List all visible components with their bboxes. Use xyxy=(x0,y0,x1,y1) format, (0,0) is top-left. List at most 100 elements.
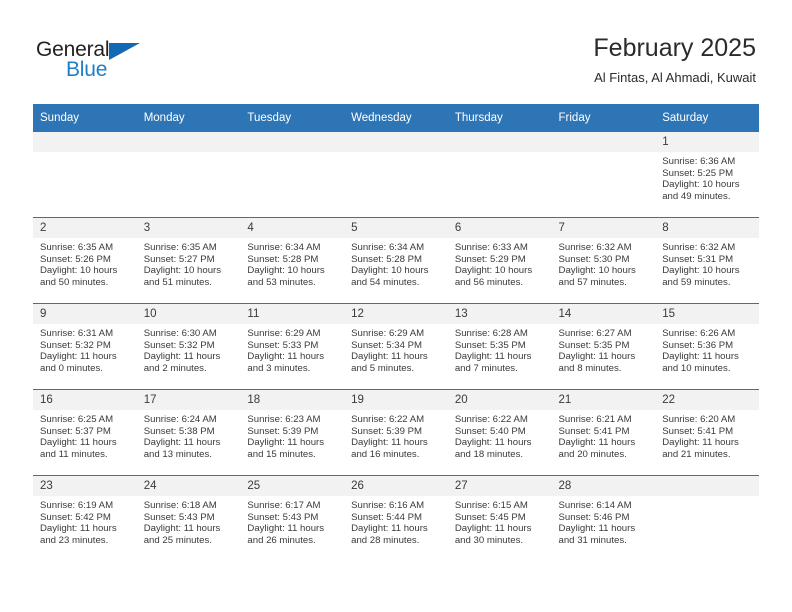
calendar-day-cell[interactable]: 10 Sunrise: 6:30 AM Sunset: 5:32 PM Dayligh… xyxy=(136,303,241,390)
calendar-day-cell[interactable]: 18 Sunrise: 6:23 AM Sunset: 5:39 PM Dayligh… xyxy=(240,389,345,476)
sunset-text: Sunset: 5:31 PM xyxy=(662,253,734,265)
day-number: 8 xyxy=(655,218,759,238)
sunrise-text: Sunrise: 6:26 AM xyxy=(662,328,736,339)
day-details: Sunrise: 6:27 AM Sunset: 5:35 PM Daylight:… xyxy=(552,324,656,374)
calendar-day-cell[interactable]: 28 Sunrise: 6:14 AM Sunset: 5:46 PM Dayligh… xyxy=(551,475,656,561)
calendar-day-cell[interactable]: 19 Sunrise: 6:22 AM Sunset: 5:39 PM Dayligh… xyxy=(344,389,448,476)
daylight-text: Daylight: 11 hours and 25 minutes. xyxy=(143,523,221,546)
weekday-header-monday: Monday xyxy=(136,104,241,132)
sunrise-text: Sunrise: 6:24 AM xyxy=(143,414,217,425)
calendar-day-cell[interactable]: 2 Sunrise: 6:35 AM Sunset: 5:26 PM Daylight… xyxy=(33,217,137,304)
calendar-day-cell[interactable]: 27 Sunrise: 6:15 AM Sunset: 5:45 PM Dayligh… xyxy=(447,475,552,561)
day-cell-inner: 8 Sunrise: 6:32 AM Sunset: 5:31 PM Daylight… xyxy=(655,218,759,303)
calendar-day-cell[interactable]: 17 Sunrise: 6:24 AM Sunset: 5:38 PM Dayligh… xyxy=(136,389,241,476)
sunset-text: Sunset: 5:45 PM xyxy=(454,511,526,523)
sunset-text: Sunset: 5:42 PM xyxy=(40,511,111,523)
sunset-text: Sunset: 5:41 PM xyxy=(662,425,734,437)
weekday-header-thursday: Thursday xyxy=(447,104,552,132)
calendar-day-cell[interactable]: 24 Sunrise: 6:18 AM Sunset: 5:43 PM Dayligh… xyxy=(136,475,241,561)
day-number xyxy=(655,476,759,496)
day-number: 3 xyxy=(136,218,241,238)
calendar-week-row: 16 Sunrise: 6:25 AM Sunset: 5:37 PM Dayligh… xyxy=(33,389,759,476)
day-number xyxy=(33,132,137,152)
day-number: 25 xyxy=(240,476,345,496)
calendar-day-cell[interactable]: 5 Sunrise: 6:34 AM Sunset: 5:28 PM Daylight… xyxy=(344,217,448,304)
sunrise-text: Sunrise: 6:23 AM xyxy=(247,414,321,425)
day-cell-inner: 14 Sunrise: 6:27 AM Sunset: 5:35 PM Dayligh… xyxy=(551,304,656,389)
calendar-day-cell[interactable]: 22 Sunrise: 6:20 AM Sunset: 5:41 PM Dayligh… xyxy=(655,389,759,476)
calendar-day-cell[interactable]: 25 Sunrise: 6:17 AM Sunset: 5:43 PM Dayligh… xyxy=(240,475,345,561)
sunset-text: Sunset: 5:36 PM xyxy=(662,339,734,351)
day-cell-inner: 2 Sunrise: 6:35 AM Sunset: 5:26 PM Daylight… xyxy=(33,218,137,303)
day-cell-inner: 12 Sunrise: 6:29 AM Sunset: 5:34 PM Dayligh… xyxy=(344,304,448,389)
day-details: Sunrise: 6:24 AM Sunset: 5:38 PM Daylight:… xyxy=(137,410,241,460)
calendar-day-cell[interactable]: 7 Sunrise: 6:32 AM Sunset: 5:30 PM Daylight… xyxy=(551,217,656,304)
day-cell-inner: 23 Sunrise: 6:19 AM Sunset: 5:42 PM Dayligh… xyxy=(33,476,137,561)
daylight-text: Daylight: 10 hours and 50 minutes. xyxy=(40,265,118,288)
daylight-text: Daylight: 11 hours and 20 minutes. xyxy=(558,437,636,460)
day-details: Sunrise: 6:31 AM Sunset: 5:32 PM Daylight:… xyxy=(33,324,137,374)
sunset-text: Sunset: 5:43 PM xyxy=(247,511,319,523)
sunrise-text: Sunrise: 6:32 AM xyxy=(662,242,736,253)
calendar-day-cell[interactable]: 6 Sunrise: 6:33 AM Sunset: 5:29 PM Daylight… xyxy=(447,217,552,304)
sunrise-text: Sunrise: 6:32 AM xyxy=(558,242,632,253)
calendar-day-cell[interactable]: 20 Sunrise: 6:22 AM Sunset: 5:40 PM Dayligh… xyxy=(447,389,552,476)
sunset-text: Sunset: 5:33 PM xyxy=(247,339,319,351)
calendar-day-cell-empty xyxy=(655,475,759,561)
daylight-text: Daylight: 11 hours and 13 minutes. xyxy=(143,437,221,460)
day-details: Sunrise: 6:23 AM Sunset: 5:39 PM Daylight:… xyxy=(240,410,344,460)
sunrise-text: Sunrise: 6:35 AM xyxy=(143,242,217,253)
day-number: 11 xyxy=(240,304,345,324)
calendar-day-cell[interactable]: 11 Sunrise: 6:29 AM Sunset: 5:33 PM Dayligh… xyxy=(240,303,345,390)
day-details: Sunrise: 6:33 AM Sunset: 5:29 PM Daylight:… xyxy=(448,238,552,288)
daylight-text: Daylight: 11 hours and 7 minutes. xyxy=(454,351,532,374)
day-cell-inner: 22 Sunrise: 6:20 AM Sunset: 5:41 PM Dayligh… xyxy=(655,390,759,475)
calendar-day-cell[interactable]: 8 Sunrise: 6:32 AM Sunset: 5:31 PM Daylight… xyxy=(655,217,759,304)
day-cell-inner: 9 Sunrise: 6:31 AM Sunset: 5:32 PM Daylight… xyxy=(33,304,137,389)
calendar-day-cell[interactable]: 16 Sunrise: 6:25 AM Sunset: 5:37 PM Dayligh… xyxy=(33,389,137,476)
sunset-text: Sunset: 5:32 PM xyxy=(40,339,111,351)
sunset-text: Sunset: 5:25 PM xyxy=(662,167,734,179)
sunrise-text: Sunrise: 6:25 AM xyxy=(40,414,114,425)
day-number xyxy=(344,132,448,152)
calendar-day-cell[interactable]: 1 Sunrise: 6:36 AM Sunset: 5:25 PM Daylight… xyxy=(655,131,759,218)
day-cell-inner: 5 Sunrise: 6:34 AM Sunset: 5:28 PM Daylight… xyxy=(344,218,448,303)
triangle-icon xyxy=(109,43,140,60)
calendar-day-cell-empty xyxy=(344,131,448,218)
daylight-text: Daylight: 11 hours and 8 minutes. xyxy=(558,351,636,374)
day-number: 5 xyxy=(344,218,448,238)
day-cell-inner xyxy=(655,476,759,561)
calendar-day-cell[interactable]: 4 Sunrise: 6:34 AM Sunset: 5:28 PM Daylight… xyxy=(240,217,345,304)
calendar-week-row: 1 Sunrise: 6:36 AM Sunset: 5:25 PM Daylight… xyxy=(33,131,759,218)
calendar-day-cell[interactable]: 12 Sunrise: 6:29 AM Sunset: 5:34 PM Dayligh… xyxy=(344,303,448,390)
day-cell-inner: 26 Sunrise: 6:16 AM Sunset: 5:44 PM Dayligh… xyxy=(344,476,448,561)
calendar-day-cell[interactable]: 23 Sunrise: 6:19 AM Sunset: 5:42 PM Dayligh… xyxy=(33,475,137,561)
weekday-header-tuesday: Tuesday xyxy=(240,104,345,132)
calendar-day-cell[interactable]: 14 Sunrise: 6:27 AM Sunset: 5:35 PM Dayligh… xyxy=(551,303,656,390)
calendar-day-cell-empty xyxy=(447,131,552,218)
daylight-text: Daylight: 10 hours and 59 minutes. xyxy=(662,265,740,288)
calendar-day-cell[interactable]: 26 Sunrise: 6:16 AM Sunset: 5:44 PM Dayligh… xyxy=(344,475,448,561)
day-details: Sunrise: 6:32 AM Sunset: 5:31 PM Daylight:… xyxy=(655,238,759,288)
sunset-text: Sunset: 5:37 PM xyxy=(40,425,111,437)
day-number: 16 xyxy=(33,390,137,410)
calendar-day-cell[interactable]: 15 Sunrise: 6:26 AM Sunset: 5:36 PM Dayligh… xyxy=(655,303,759,390)
calendar-day-cell[interactable]: 13 Sunrise: 6:28 AM Sunset: 5:35 PM Dayligh… xyxy=(447,303,552,390)
weekday-header-sunday: Sunday xyxy=(33,104,137,132)
calendar-day-cell[interactable]: 21 Sunrise: 6:21 AM Sunset: 5:41 PM Dayligh… xyxy=(551,389,656,476)
daylight-text: Daylight: 11 hours and 2 minutes. xyxy=(143,351,221,374)
general-blue-logo: General Blue xyxy=(36,38,146,84)
day-number: 14 xyxy=(551,304,656,324)
page-subtitle: Al Fintas, Al Ahmadi, Kuwait xyxy=(594,70,756,85)
day-number: 13 xyxy=(447,304,552,324)
calendar-day-cell[interactable]: 3 Sunrise: 6:35 AM Sunset: 5:27 PM Daylight… xyxy=(136,217,241,304)
day-cell-inner: 6 Sunrise: 6:33 AM Sunset: 5:29 PM Daylight… xyxy=(447,218,552,303)
day-details: Sunrise: 6:32 AM Sunset: 5:30 PM Daylight:… xyxy=(552,238,656,288)
day-details: Sunrise: 6:35 AM Sunset: 5:26 PM Daylight:… xyxy=(33,238,137,288)
calendar-day-cell[interactable]: 9 Sunrise: 6:31 AM Sunset: 5:32 PM Daylight… xyxy=(33,303,137,390)
daylight-text: Daylight: 11 hours and 21 minutes. xyxy=(662,437,739,460)
day-number: 9 xyxy=(33,304,137,324)
sunset-text: Sunset: 5:35 PM xyxy=(454,339,526,351)
daylight-text: Daylight: 11 hours and 15 minutes. xyxy=(247,437,325,460)
day-cell-inner: 15 Sunrise: 6:26 AM Sunset: 5:36 PM Dayligh… xyxy=(655,304,759,389)
